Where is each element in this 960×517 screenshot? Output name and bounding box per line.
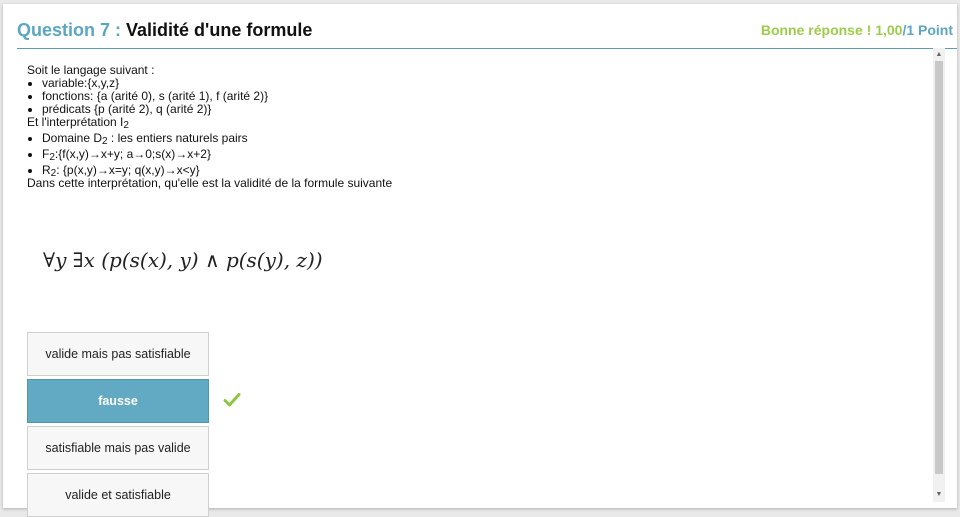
scroll-up-arrow-icon[interactable]: ▲	[933, 50, 945, 60]
functions-sub: 2	[49, 152, 55, 163]
domain-item: Domaine D2 : les entiers naturels pairs	[42, 131, 927, 147]
answer-option-selected[interactable]: fausse	[27, 379, 209, 423]
check-icon	[223, 391, 241, 409]
question-header: Question 7 : Validité d'une formule Bonn…	[17, 20, 957, 49]
language-item: prédicats {p (arité 2), q (arité 2)}	[42, 103, 927, 116]
domain-text: : les entiers naturels pairs	[107, 131, 248, 145]
language-list: variable:{x,y,z} fonctions: {a (arité 0)…	[27, 77, 927, 116]
question-heading: Question 7 : Validité d'une formule	[17, 20, 312, 41]
points-text: /1 Point	[902, 22, 953, 38]
question-body: Soit le langage suivant : variable:{x,y,…	[27, 64, 927, 190]
interpretation-list: Domaine D2 : les entiers naturels pairs …	[27, 131, 927, 179]
result-text: Bonne réponse ! 1,00	[760, 22, 903, 38]
functions-text: :{f(x,y)→x+y; a→0;s(x)→x+2}	[54, 147, 211, 161]
question-text: Dans cette interprétation, qu'elle est l…	[27, 176, 393, 190]
vertical-scrollbar[interactable]: ▲ ▼	[933, 48, 945, 502]
formula: ∀y ∃x (p(s(x), y) ∧ p(s(y), z))	[43, 248, 323, 272]
interpretation-sub: 2	[123, 120, 129, 131]
question-panel: Question 7 : Validité d'une formule Bonn…	[3, 4, 957, 517]
relations-text: : {p(x,y)→x=y; q(x,y)→x<y}	[56, 163, 200, 177]
answer-option[interactable]: satisfiable mais pas valide	[27, 426, 209, 470]
answer-option[interactable]: valide mais pas satisfiable	[27, 332, 209, 376]
score-display: Bonne réponse ! 1,00/1 Point	[761, 22, 953, 38]
relations-sub: 2	[50, 168, 57, 179]
interpretation-label: Et l'interprétation I	[27, 115, 124, 129]
domain-label: Domaine D	[42, 131, 103, 145]
answer-option[interactable]: valide et satisfiable	[27, 473, 209, 517]
domain-sub: 2	[102, 136, 108, 147]
interpretation-text: Et l'interprétation I2	[27, 115, 927, 131]
relations-label: R	[42, 163, 51, 177]
intro-text: Soit le langage suivant :	[27, 63, 155, 77]
functions-item: F2:{f(x,y)→x+y; a→0;s(x)→x+2}	[42, 147, 927, 163]
question-number: Question 7 :	[17, 20, 122, 40]
scroll-down-arrow-icon[interactable]: ▼	[933, 490, 945, 500]
scrollbar-thumb[interactable]	[935, 61, 943, 474]
question-title: Validité d'une formule	[126, 20, 313, 40]
